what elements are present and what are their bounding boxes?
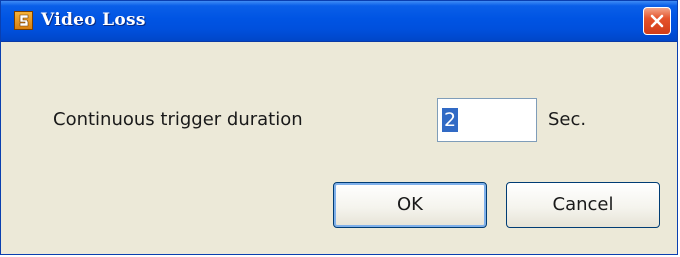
video-loss-dialog: Video Loss Continuous trigger duration 2… xyxy=(0,0,678,255)
window-title: Video Loss xyxy=(41,10,146,30)
duration-value: 2 xyxy=(442,108,459,132)
trigger-duration-label: Continuous trigger duration xyxy=(53,109,303,130)
unit-label: Sec. xyxy=(548,109,587,130)
title-bar[interactable]: Video Loss xyxy=(1,1,677,42)
app-icon xyxy=(14,11,33,30)
cancel-button[interactable]: Cancel xyxy=(506,182,660,228)
close-button[interactable] xyxy=(643,7,671,35)
duration-input[interactable]: 2 xyxy=(437,98,537,142)
close-icon xyxy=(650,14,664,28)
ok-button[interactable]: OK xyxy=(333,182,487,228)
